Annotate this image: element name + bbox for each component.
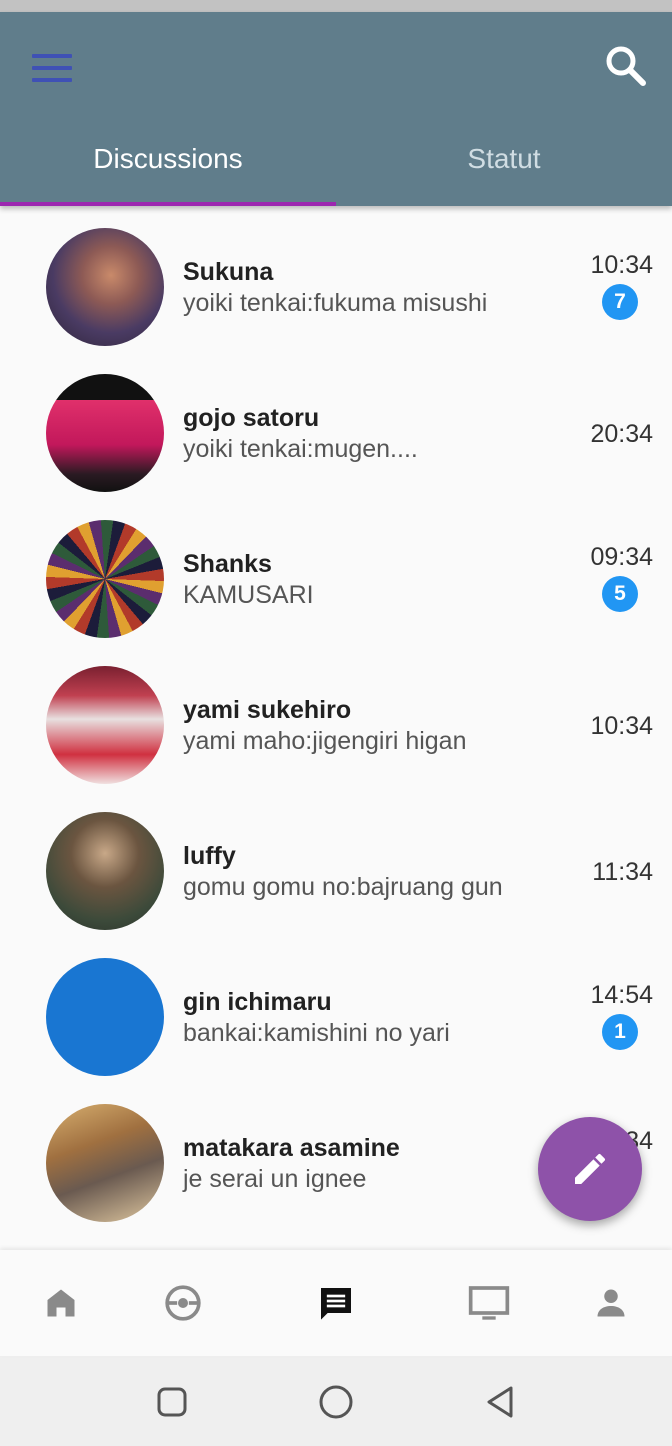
- chat-item-shanks[interactable]: Shanks KAMUSARI 09:34 5: [0, 498, 672, 644]
- bottom-navigation: [0, 1250, 672, 1356]
- avatar: [46, 958, 164, 1076]
- nav-pokeball-button[interactable]: [155, 1278, 211, 1328]
- chat-message: gomu gomu no:bajruang gun: [183, 873, 503, 901]
- chat-name: yami sukehiro: [183, 696, 352, 724]
- unread-badge: 7: [602, 284, 638, 320]
- chat-time: 11:34: [592, 858, 653, 886]
- chat-name: gin ichimaru: [183, 988, 332, 1016]
- pokeball-icon: [165, 1285, 201, 1321]
- unread-badge: 1: [602, 1014, 638, 1050]
- system-navigation-bar: [0, 1356, 672, 1446]
- avatar: [46, 812, 164, 930]
- chat-item-gojo-satoru[interactable]: gojo satoru yoiki tenkai:mugen.... 20:34: [0, 352, 672, 498]
- chat-item-gin-ichimaru[interactable]: gin ichimaru bankai:kamishini no yari 14…: [0, 936, 672, 1082]
- chat-item-yami-sukehiro[interactable]: yami sukehiro yami maho:jigengiri higan …: [0, 644, 672, 790]
- tv-icon: [468, 1286, 510, 1320]
- avatar: [46, 1104, 164, 1222]
- hamburger-menu-icon-line: [32, 66, 72, 70]
- avatar: [46, 666, 164, 784]
- chat-name: Sukuna: [183, 258, 274, 286]
- chat-message: je serai un ignee: [183, 1165, 367, 1193]
- chat-name: luffy: [183, 842, 236, 870]
- avatar: [46, 520, 164, 638]
- nav-tv-button[interactable]: [461, 1278, 517, 1328]
- chat-list: Sukuna yoiki tenkai:fukuma misushi 10:34…: [0, 206, 672, 1250]
- nav-profile-button[interactable]: [583, 1278, 639, 1328]
- chat-name: Shanks: [183, 550, 272, 578]
- chat-message: yami maho:jigengiri higan: [183, 727, 467, 755]
- hamburger-menu-icon-line: [32, 54, 72, 58]
- person-icon: [597, 1289, 625, 1317]
- chat-icon: [321, 1288, 351, 1320]
- chat-message: bankai:kamishini no yari: [183, 1019, 450, 1047]
- avatar: [46, 228, 164, 346]
- chat-time: 10:34: [590, 251, 653, 279]
- chat-time: 14:54: [590, 981, 653, 1009]
- back-triangle-icon: [487, 1386, 513, 1418]
- status-bar: [0, 0, 672, 12]
- tab-statut[interactable]: Statut: [336, 130, 672, 200]
- search-icon: [606, 46, 646, 86]
- menu-button[interactable]: [28, 48, 76, 88]
- chat-message: KAMUSARI: [183, 581, 314, 609]
- tab-indicator: [0, 202, 336, 206]
- chat-message: yoiki tenkai:mugen....: [183, 435, 418, 463]
- avatar: [46, 374, 164, 492]
- chat-time: 10:34: [590, 712, 653, 740]
- system-home-button[interactable]: [312, 1378, 360, 1426]
- chat-time: 09:34: [590, 543, 653, 571]
- hamburger-menu-icon-line: [32, 78, 72, 82]
- system-back-button[interactable]: [476, 1378, 524, 1426]
- app-bar: Discussions Statut: [0, 12, 672, 206]
- new-chat-fab[interactable]: [538, 1117, 642, 1221]
- chat-message: yoiki tenkai:fukuma misushi: [183, 289, 488, 317]
- home-circle-icon: [319, 1385, 353, 1419]
- nav-home-button[interactable]: [33, 1278, 89, 1328]
- chat-name: gojo satoru: [183, 404, 320, 432]
- chat-item-sukuna[interactable]: Sukuna yoiki tenkai:fukuma misushi 10:34…: [0, 206, 672, 352]
- home-icon: [47, 1289, 75, 1317]
- system-recents-button[interactable]: [148, 1378, 196, 1426]
- chat-name: matakara asamine: [183, 1134, 400, 1162]
- unread-badge: 5: [602, 576, 638, 612]
- chat-time: 20:34: [590, 420, 653, 448]
- chat-item-partial[interactable]: [0, 1228, 672, 1250]
- pencil-edit-icon: [575, 1153, 606, 1184]
- tab-discussions[interactable]: Discussions: [0, 130, 336, 200]
- recents-square-icon: [157, 1387, 187, 1417]
- chat-item-luffy[interactable]: luffy gomu gomu no:bajruang gun 11:34: [0, 790, 672, 936]
- search-button[interactable]: [602, 42, 650, 90]
- nav-chat-button[interactable]: [308, 1278, 364, 1328]
